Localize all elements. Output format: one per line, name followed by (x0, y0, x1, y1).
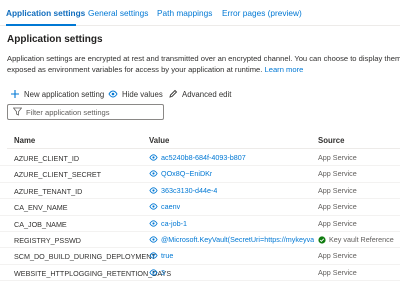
table-row[interactable]: SCM_DO_BUILD_DURING_DEPLOYMENT true App … (0, 248, 400, 265)
setting-name: SCM_DO_BUILD_DURING_DEPLOYMENT (14, 252, 156, 262)
section-title: Application settings (7, 34, 103, 45)
description-line-1: Application settings are encrypted at re… (7, 54, 400, 63)
setting-source-text: App Service (318, 169, 357, 179)
description-line-2: exposed as environment variables for acc… (7, 65, 400, 76)
setting-source-text: App Service (318, 267, 357, 277)
tab-application-settings[interactable]: Application settings (6, 8, 85, 18)
eye-icon (149, 186, 158, 195)
column-header-name: Name (14, 136, 36, 145)
eye-icon (149, 219, 158, 228)
setting-name: CA_JOB_NAME (14, 219, 67, 229)
setting-name: CA_ENV_NAME (14, 203, 68, 213)
setting-name: AZURE_CLIENT_SECRET (14, 170, 102, 180)
filter-input[interactable] (26, 107, 162, 117)
table-row[interactable]: CA_JOB_NAME ca-job-1 App Service (0, 216, 400, 232)
setting-source: App Service (318, 219, 357, 228)
setting-name: AZURE_TENANT_ID (14, 186, 83, 196)
setting-source-text: App Service (318, 153, 357, 162)
setting-value[interactable]: caenv (149, 202, 180, 211)
setting-value-text: 3 (161, 267, 165, 277)
setting-value-text: 363c3130-d44e-4 (161, 185, 218, 195)
setting-source: App Service (318, 186, 357, 195)
new-application-setting-button[interactable]: New application setting (10, 88, 104, 100)
section-description: Application settings are encrypted at re… (7, 54, 400, 75)
setting-source: Key vault Reference (318, 235, 394, 244)
setting-value-text: ac5240b8-684f-4093-b807 (161, 153, 246, 162)
eye-icon (149, 268, 158, 277)
setting-source: App Service (318, 268, 357, 277)
column-header-source: Source (318, 136, 345, 145)
tab-error-pages[interactable]: Error pages (preview) (222, 8, 302, 18)
setting-source-text: App Service (318, 185, 357, 195)
setting-value-text: caenv (161, 202, 181, 212)
setting-value[interactable]: @Microsoft.KeyVault(SecretUri=https://my… (149, 235, 314, 244)
eye-icon (149, 235, 158, 244)
eye-icon (149, 202, 158, 211)
pencil-icon (168, 89, 178, 99)
eye-icon (149, 251, 158, 260)
table-row[interactable]: WEBSITE_HTTPLOGGING_RETENTION_DAYS 3 App… (0, 265, 400, 282)
setting-source-text: Key vault Reference (329, 235, 394, 244)
setting-source: App Service (318, 202, 357, 211)
setting-value-text: QOx8Q~EniDKr (161, 169, 213, 179)
eye-icon (108, 89, 118, 99)
setting-value[interactable]: ca-job-1 (149, 219, 187, 228)
active-tab-indicator (6, 24, 76, 26)
setting-source-text: App Service (318, 251, 357, 261)
tab-general-settings[interactable]: General settings (88, 8, 148, 18)
table-row[interactable]: AZURE_CLIENT_SECRET QOx8Q~EniDKr App Ser… (0, 166, 400, 183)
table-row[interactable]: AZURE_TENANT_ID 363c3130-d44e-4 App Serv… (0, 183, 400, 200)
table-row[interactable]: REGISTRY_PSSWD @Microsoft.KeyVault(Secre… (0, 232, 400, 249)
setting-value[interactable]: ac5240b8-684f-4093-b807 (149, 153, 246, 162)
table-row[interactable]: AZURE_CLIENT_ID ac5240b8-684f-4093-b807 … (0, 150, 400, 167)
table-row[interactable]: CA_ENV_NAME caenv App Service (0, 199, 400, 216)
setting-source: App Service (318, 251, 357, 260)
setting-value[interactable]: true (149, 251, 173, 260)
setting-value[interactable]: 363c3130-d44e-4 (149, 186, 217, 195)
setting-name: REGISTRY_PSSWD (14, 236, 81, 245)
tab-path-mappings[interactable]: Path mappings (157, 8, 212, 18)
setting-value-text: true (161, 251, 174, 261)
setting-name: WEBSITE_HTTPLOGGING_RETENTION_DAYS (14, 268, 172, 278)
new-application-setting-label: New application setting (24, 89, 105, 99)
advanced-edit-button[interactable]: Advanced edit (168, 88, 231, 100)
setting-value-text: @Microsoft.KeyVault(SecretUri=https://my… (161, 235, 314, 244)
setting-value[interactable]: 3 (149, 268, 165, 277)
header-divider (7, 148, 400, 149)
description-line-2-text: exposed as environment variables for acc… (7, 64, 263, 74)
eye-icon (149, 153, 158, 162)
setting-source: App Service (318, 169, 357, 178)
plus-icon (10, 89, 20, 99)
tab-bar: Application settings General settings Pa… (0, 0, 400, 26)
column-header-value: Value (149, 136, 170, 145)
hide-values-button[interactable]: Hide values (108, 88, 163, 100)
filter-icon (12, 103, 23, 121)
advanced-edit-label: Advanced edit (182, 89, 232, 99)
setting-source-text: App Service (318, 202, 357, 212)
setting-name: AZURE_CLIENT_ID (14, 154, 80, 163)
setting-source-text: App Service (318, 218, 357, 228)
hide-values-label: Hide values (122, 89, 163, 99)
setting-value[interactable]: QOx8Q~EniDKr (149, 169, 212, 178)
setting-value-text: ca-job-1 (161, 218, 187, 228)
checkmark-circle-icon (318, 235, 326, 244)
filter-box (7, 104, 164, 120)
eye-icon (149, 169, 158, 178)
learn-more-link[interactable]: Learn more (265, 65, 304, 74)
setting-source: App Service (318, 153, 357, 162)
